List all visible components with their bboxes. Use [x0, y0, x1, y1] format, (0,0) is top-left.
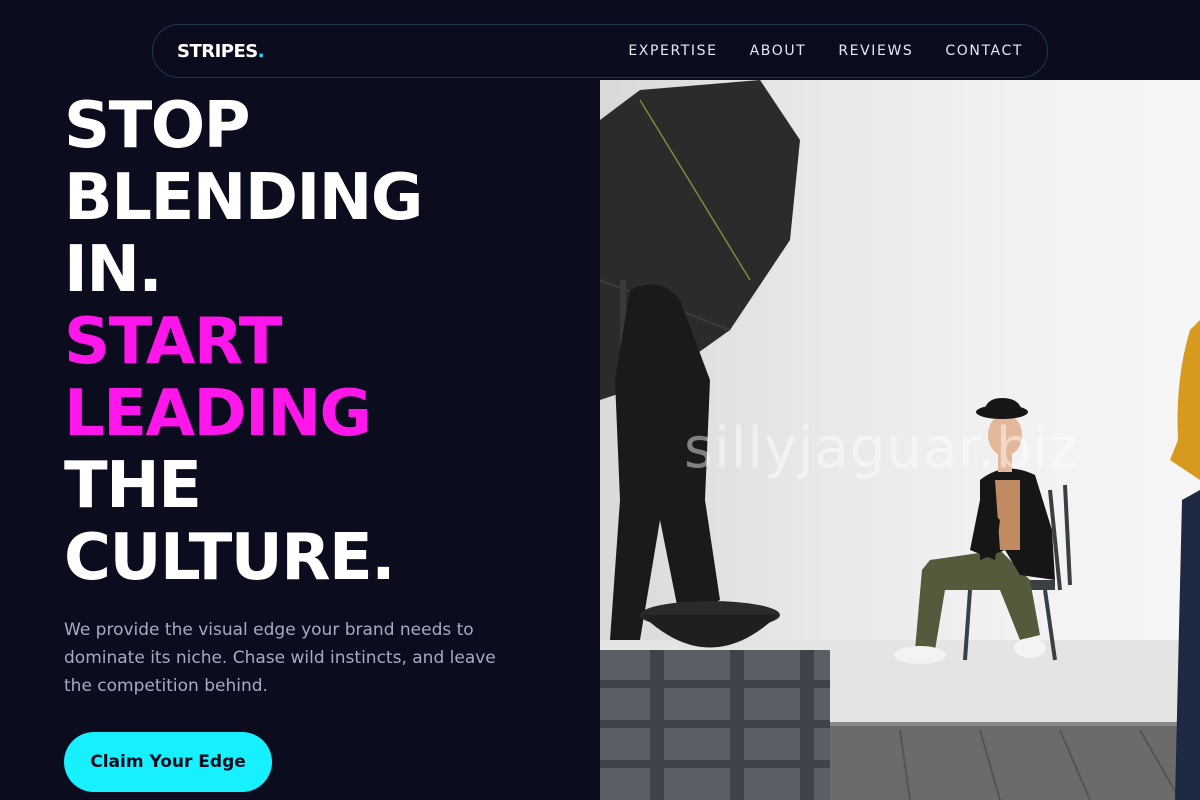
hero-title-line: THE [64, 449, 202, 523]
claim-your-edge-button[interactable]: Claim Your Edge [64, 732, 272, 792]
hero-title-line: CULTURE. [64, 521, 396, 595]
studio-photo-illustration [600, 80, 1200, 800]
hero-photo: sillyjaguar.biz [600, 80, 1200, 800]
hero-title-line-accent: START [64, 305, 282, 379]
hero-title-line-accent: LEADING [64, 377, 372, 451]
nav-link-contact[interactable]: CONTACT [945, 43, 1023, 59]
hero-title: STOP BLENDING IN. START LEADING THE CULT… [64, 89, 423, 595]
hero-title-line: BLENDING [64, 161, 423, 235]
hero-title-line: IN. [64, 233, 163, 307]
hero-description: We provide the visual edge your brand ne… [64, 620, 496, 696]
brand-dot: . [257, 40, 265, 62]
nav-link-reviews[interactable]: REVIEWS [838, 43, 913, 59]
brand-name: STRIPES [177, 40, 258, 62]
hero-title-line: STOP [64, 89, 251, 163]
nav-link-about[interactable]: ABOUT [750, 43, 807, 59]
brand-logo[interactable]: STRIPES. [177, 40, 265, 62]
top-navigation: STRIPES. EXPERTISE ABOUT REVIEWS CONTACT [152, 24, 1048, 78]
nav-links: EXPERTISE ABOUT REVIEWS CONTACT [628, 43, 1023, 59]
nav-link-expertise[interactable]: EXPERTISE [628, 43, 717, 59]
